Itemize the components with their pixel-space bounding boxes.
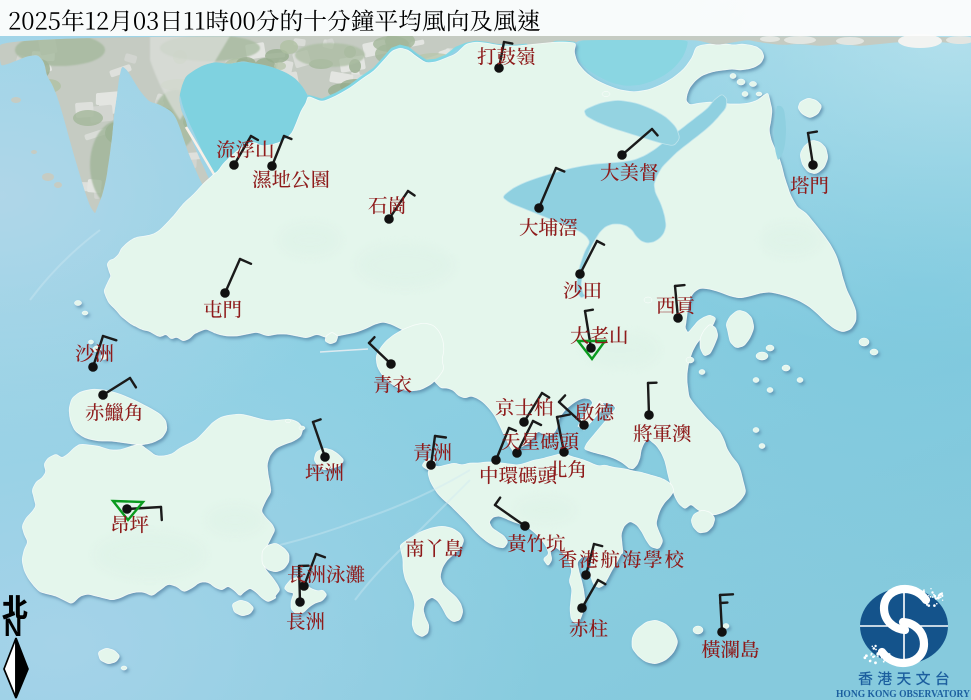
svg-text:HONG KONG OBSERVATORY: HONG KONG OBSERVATORY bbox=[836, 688, 970, 700]
svg-text:N: N bbox=[4, 614, 22, 642]
